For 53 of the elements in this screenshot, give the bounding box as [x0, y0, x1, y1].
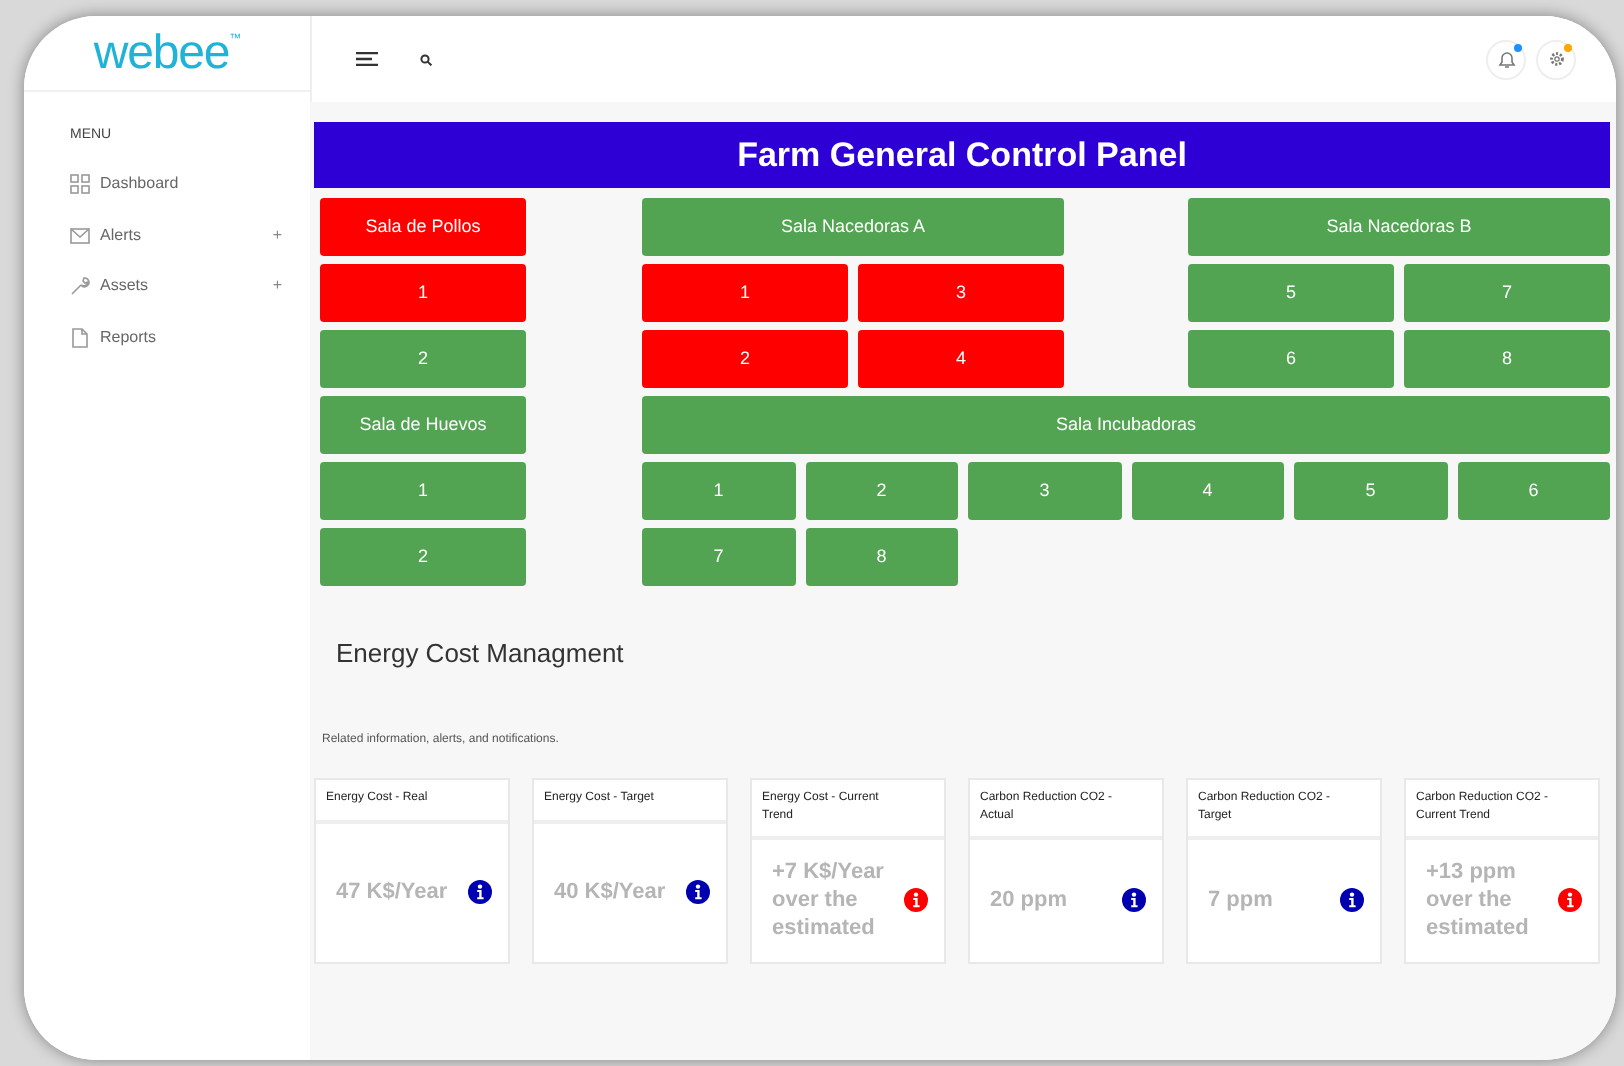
unit-tile[interactable]: 3: [968, 462, 1121, 520]
unit-tile[interactable]: 2: [320, 528, 526, 586]
metric-value: 40 K$/Year: [554, 878, 668, 906]
unit-tile[interactable]: 1: [320, 264, 526, 322]
expand-toggle[interactable]: +: [272, 274, 282, 299]
unit-tile[interactable]: 8: [805, 528, 958, 586]
unit-tile[interactable]: 5: [1294, 462, 1447, 520]
section-title: Energy Cost Managment: [336, 636, 626, 672]
info-icon[interactable]: [686, 880, 710, 904]
sidebar-item[interactable]: Assets: [100, 274, 273, 299]
expand-toggle[interactable]: +: [272, 223, 282, 248]
room-header[interactable]: Sala Nacedoras A: [642, 198, 1064, 256]
grid-icon: [70, 174, 90, 195]
unit-tile[interactable]: 1: [320, 462, 526, 520]
room-header[interactable]: Sala de Pollos: [320, 198, 526, 256]
menu-icon[interactable]: [356, 52, 378, 66]
unit-tile[interactable]: 6: [1188, 330, 1394, 388]
unit-tile[interactable]: 5: [1188, 264, 1394, 322]
notifications-button[interactable]: [1486, 39, 1526, 79]
unit-tile[interactable]: 2: [320, 330, 526, 388]
wrench-icon: [70, 276, 90, 297]
metric-value: 7 ppm: [1208, 886, 1275, 914]
info-icon[interactable]: [1340, 888, 1364, 912]
unit-tile[interactable]: 7: [642, 528, 795, 586]
room-header[interactable]: Sala de Huevos: [320, 396, 526, 454]
unit-tile[interactable]: 3: [858, 264, 1064, 322]
unit-tile[interactable]: 6: [1457, 462, 1610, 520]
metric-value: 47 K$/Year: [336, 878, 450, 906]
bell-icon: [1497, 49, 1515, 69]
unit-tile[interactable]: 8: [1404, 330, 1610, 388]
unit-tile[interactable]: 4: [1131, 462, 1284, 520]
unit-tile[interactable]: 2: [805, 462, 958, 520]
unit-tile[interactable]: 1: [642, 462, 795, 520]
unit-tile[interactable]: 7: [1404, 264, 1610, 322]
info-icon[interactable]: [1122, 888, 1146, 912]
unit-tile[interactable]: 1: [642, 264, 848, 322]
unit-tile[interactable]: 4: [858, 330, 1064, 388]
metric-value: +13 ppm over the estimated: [1426, 858, 1531, 942]
document-icon: [70, 327, 90, 348]
settings-icon: [1547, 50, 1565, 68]
room-header[interactable]: Sala Nacedoras B: [1188, 198, 1610, 256]
metric-value: 20 ppm: [990, 886, 1070, 914]
settings-button[interactable]: [1536, 39, 1576, 79]
sidebar-item[interactable]: Reports: [100, 325, 282, 350]
room-header[interactable]: Sala Incubadoras: [642, 396, 1610, 454]
search-icon[interactable]: [420, 53, 432, 65]
sidebar-item[interactable]: Dashboard: [100, 172, 282, 197]
metric-value: +7 K$/Year over the estimated: [772, 858, 886, 942]
sidebar-item[interactable]: Alerts: [100, 223, 273, 248]
info-icon[interactable]: [468, 880, 492, 904]
panel-title: Farm General Control Panel: [314, 122, 1610, 188]
envelope-icon: [70, 225, 90, 246]
unit-tile[interactable]: 2: [642, 330, 848, 388]
